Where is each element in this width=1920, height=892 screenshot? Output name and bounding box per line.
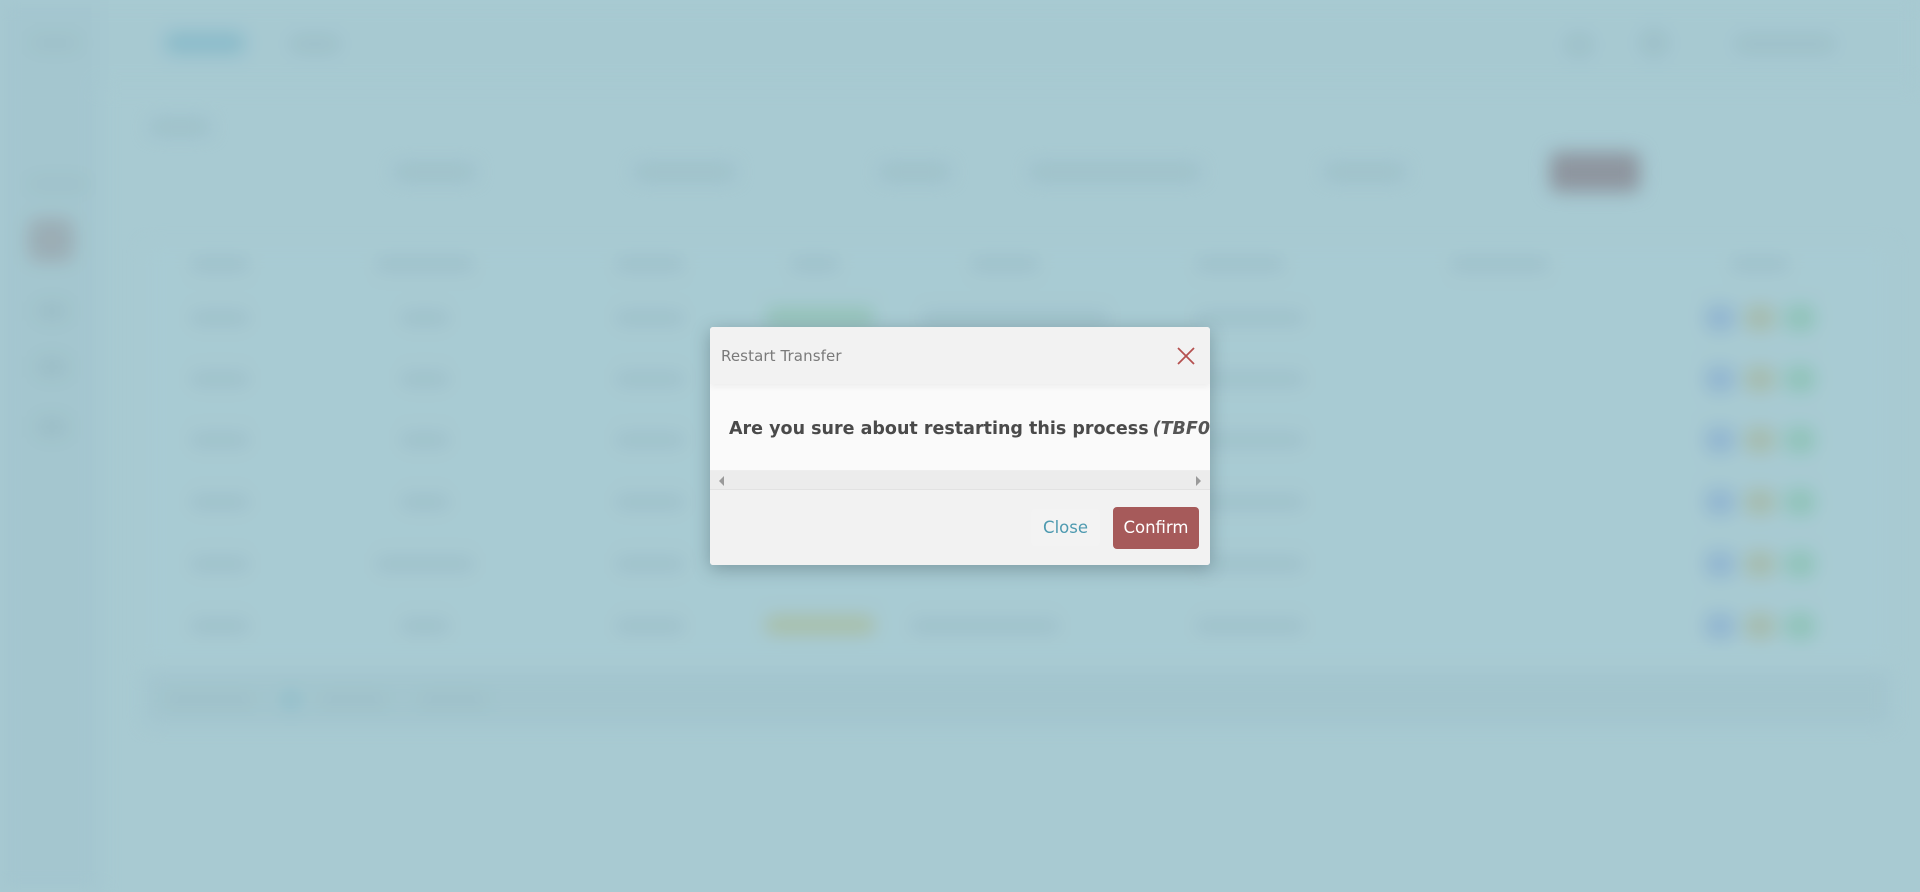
dialog-footer: Close Confirm xyxy=(710,490,1210,565)
triangle-left-icon[interactable] xyxy=(719,476,724,486)
process-id: (TBF01AC) xyxy=(1152,418,1210,439)
close-x-icon[interactable] xyxy=(1172,342,1200,370)
close-button[interactable]: Close xyxy=(1031,509,1100,546)
dialog-header: Restart Transfer xyxy=(710,327,1210,384)
dialog-title: Restart Transfer xyxy=(721,346,842,365)
dialog-body: Are you sure about restarting this proce… xyxy=(710,384,1210,470)
restart-transfer-dialog: Restart Transfer Are you sure about rest… xyxy=(710,327,1210,565)
message-text: Are you sure about restarting this proce… xyxy=(729,418,1149,439)
confirm-button[interactable]: Confirm xyxy=(1113,506,1199,549)
confirmation-message: Are you sure about restarting this proce… xyxy=(729,419,1210,439)
horizontal-scrollbar[interactable] xyxy=(710,470,1210,490)
triangle-right-icon[interactable] xyxy=(1196,476,1201,486)
